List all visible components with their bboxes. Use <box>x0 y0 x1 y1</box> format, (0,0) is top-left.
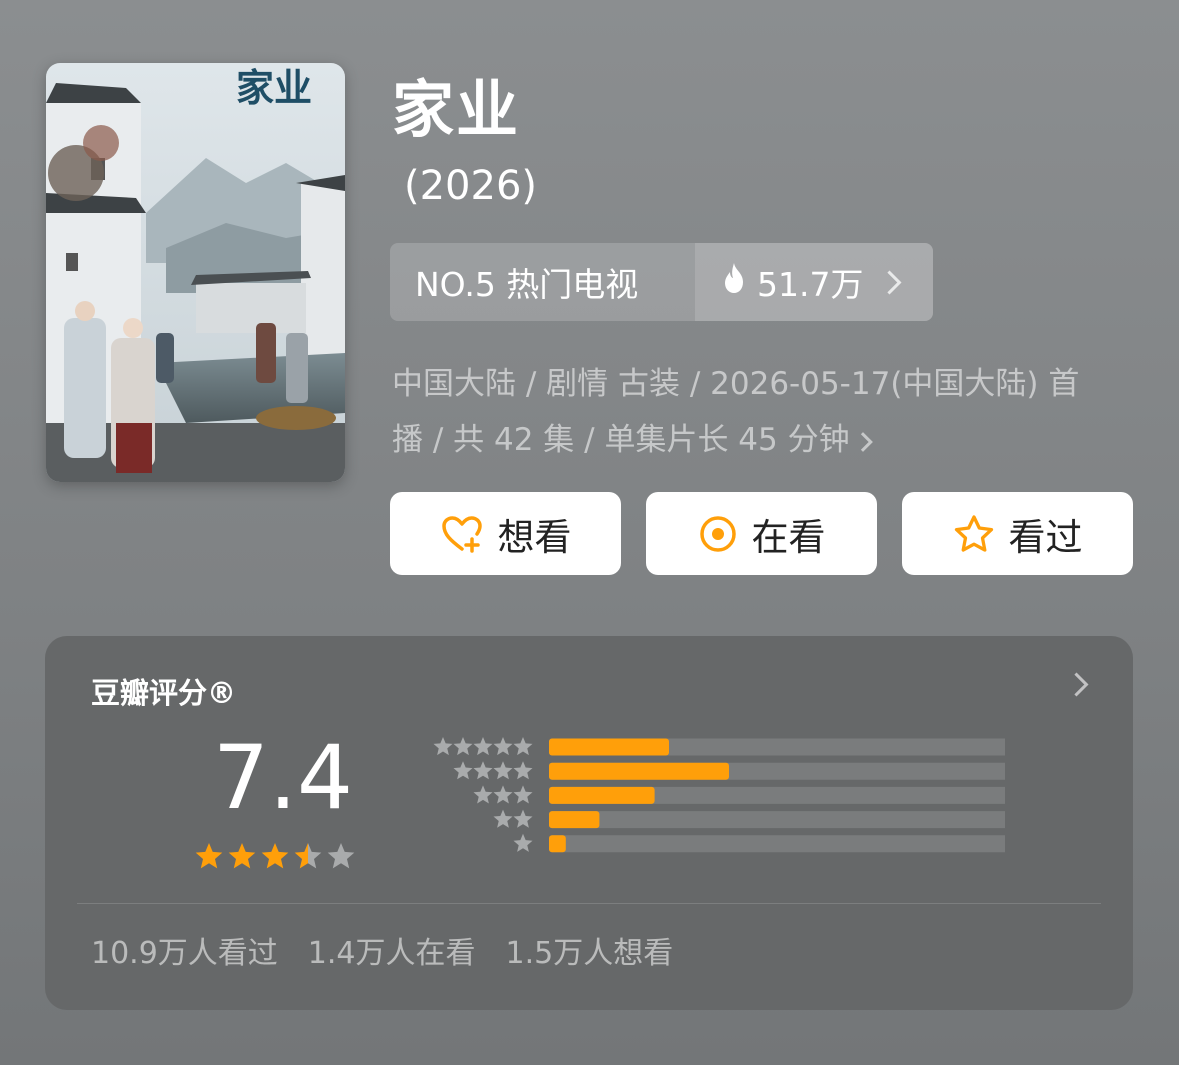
distribution-star <box>473 737 493 756</box>
distribution-track <box>549 835 1029 853</box>
distribution-star <box>493 809 513 828</box>
divider <box>77 903 1101 904</box>
heat-value: 51.7万 <box>757 265 864 304</box>
want-count: 1.5万人想看 <box>505 936 674 971</box>
info-line-2-wrap: 播 / 共 42 集 / 单集片长 45 分钟 <box>392 412 1132 468</box>
chevron-right-icon <box>852 431 873 452</box>
poster-image[interactable]: 家业 <box>46 63 345 482</box>
rating-card-title: 豆瓣评分® <box>91 676 237 710</box>
info-line-1: 中国大陆 / 剧情 古装 / 2026-05-17(中国大陆) 首 <box>392 366 1080 402</box>
distribution-bar-3-star <box>549 786 655 804</box>
heat-indicator[interactable]: 51.7万 <box>695 243 933 321</box>
distribution-bar-1-star <box>549 835 566 853</box>
distribution-star <box>433 737 453 756</box>
distribution-star <box>513 809 533 828</box>
rating-stats: 10.9万人看过 1.4万人在看 1.5万人想看 <box>91 928 673 972</box>
distribution-bar-2-star <box>549 811 600 829</box>
rating-star <box>261 843 289 869</box>
watched-button[interactable]: 看过 <box>902 492 1133 575</box>
rating-stars <box>195 840 365 878</box>
distribution-bar-5-star <box>549 738 669 756</box>
action-buttons: 想看 在看 看过 <box>390 492 1133 575</box>
rating-score: 7.4 <box>213 726 353 829</box>
rating-card[interactable]: 豆瓣评分® 7.4 10.9万人看过 1.4万人在看 1.5万人想看 <box>45 636 1133 1010</box>
distribution-star <box>493 761 513 780</box>
target-icon <box>698 514 738 554</box>
rating-star <box>228 843 256 869</box>
want-to-watch-button[interactable]: 想看 <box>390 492 621 575</box>
rating-star <box>195 843 223 869</box>
star-outline-icon <box>953 514 995 554</box>
distribution-star <box>453 737 473 756</box>
rating-star <box>294 843 322 869</box>
poster-title: 家业 <box>236 65 312 110</box>
flame-icon <box>721 262 747 302</box>
distribution-track <box>549 811 1029 829</box>
distribution-star <box>453 761 473 780</box>
distribution-star <box>513 785 533 804</box>
rating-distribution <box>385 736 1029 865</box>
chevron-right-icon[interactable] <box>1064 672 1089 697</box>
watching-count: 1.4万人在看 <box>307 936 476 971</box>
info-line-2: 播 / 共 42 集 / 单集片长 45 分钟 <box>392 422 850 458</box>
page-title: 家业 <box>392 73 521 146</box>
watching-button[interactable]: 在看 <box>646 492 877 575</box>
distribution-bar-4-star <box>549 762 729 780</box>
distribution-star <box>493 737 513 756</box>
want-to-watch-label: 想看 <box>497 515 572 559</box>
distribution-star <box>513 761 533 780</box>
release-year: (2026) <box>404 163 538 209</box>
watched-label: 看过 <box>1008 515 1083 559</box>
chevron-right-icon <box>877 269 903 295</box>
heart-plus-icon <box>440 514 484 554</box>
watched-count: 10.9万人看过 <box>91 936 278 971</box>
watching-label: 在看 <box>751 515 826 559</box>
distribution-star <box>473 761 493 780</box>
distribution-star <box>473 785 493 804</box>
distribution-star <box>493 785 513 804</box>
ranking-banner[interactable]: NO.5 热门电视 51.7万 <box>390 243 933 321</box>
rank-label: NO.5 热门电视 <box>415 265 639 304</box>
distribution-star <box>513 737 533 756</box>
distribution-star <box>513 833 533 852</box>
info-text[interactable]: 中国大陆 / 剧情 古装 / 2026-05-17(中国大陆) 首 播 / 共 … <box>392 356 1132 468</box>
rating-star <box>327 843 355 869</box>
